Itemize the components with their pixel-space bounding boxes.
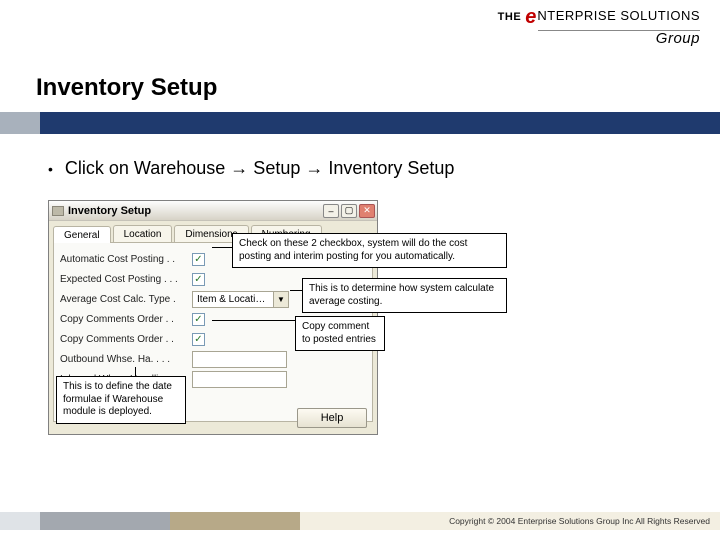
brand-sub: Group [498, 30, 700, 47]
label-auto-cost-posting: Automatic Cost Posting . . [60, 254, 188, 265]
brand-prefix: THE [498, 11, 522, 23]
connector-line [212, 320, 295, 321]
connector-line [135, 367, 136, 376]
instruction-text: Click on Warehouse → Setup → Inventory S… [65, 158, 455, 179]
brand-rest: NTERPRISE SOLUTIONS [537, 8, 700, 23]
input-outbound-whse[interactable] [192, 351, 287, 368]
brand-logo: THE eNTERPRISE SOLUTIONS Group [498, 6, 700, 47]
connector-line [290, 290, 302, 291]
instruction-bullet: • Click on Warehouse → Setup → Inventory… [48, 158, 454, 179]
maximize-button[interactable]: ▢ [341, 204, 357, 218]
chevron-down-icon: ▼ [273, 292, 288, 307]
close-button[interactable]: ✕ [359, 204, 375, 218]
window-title: Inventory Setup [68, 205, 151, 217]
help-button[interactable]: Help [297, 408, 367, 428]
callout-avg-costing: This is to determine how system calculat… [302, 278, 507, 313]
dropdown-avg-cost-calc-type[interactable]: Item & Locati… ▼ [192, 291, 289, 308]
connector-line [212, 247, 232, 248]
checkbox-expected-cost-posting[interactable]: ✓ [192, 273, 205, 286]
window-app-icon [52, 206, 64, 216]
brand-e-icon: e [525, 6, 536, 28]
tab-general[interactable]: General [53, 226, 111, 243]
label-copy-comments-order-2: Copy Comments Order . . [60, 334, 188, 345]
page-title: Inventory Setup [36, 74, 217, 102]
input-inbound-whse[interactable] [192, 371, 287, 388]
checkbox-auto-cost-posting[interactable]: ✓ [192, 253, 205, 266]
minimize-button[interactable]: – [323, 204, 339, 218]
title-underline-bar [0, 112, 720, 134]
dropdown-value: Item & Locati… [193, 294, 273, 305]
callout-cost-posting: Check on these 2 checkbox, system will d… [232, 233, 507, 268]
label-expected-cost-posting: Expected Cost Posting . . . [60, 274, 188, 285]
callout-copy-comment: Copy comment to posted entries [295, 316, 385, 351]
callout-date-formulae: This is to define the date formulae if W… [56, 376, 186, 424]
checkbox-copy-comments-2[interactable]: ✓ [192, 333, 205, 346]
window-titlebar: Inventory Setup – ▢ ✕ [49, 201, 377, 221]
bullet-icon: • [48, 161, 53, 177]
label-avg-cost-calc-type: Average Cost Calc. Type . [60, 294, 188, 305]
footer-copyright: Copyright © 2004 Enterprise Solutions Gr… [449, 516, 710, 526]
label-outbound-whse: Outbound Whse. Ha. . . . [60, 354, 188, 365]
tab-location[interactable]: Location [113, 225, 173, 242]
checkbox-copy-comments-1[interactable]: ✓ [192, 313, 205, 326]
label-copy-comments-order-1: Copy Comments Order . . [60, 314, 188, 325]
footer-bar: Copyright © 2004 Enterprise Solutions Gr… [0, 512, 720, 530]
